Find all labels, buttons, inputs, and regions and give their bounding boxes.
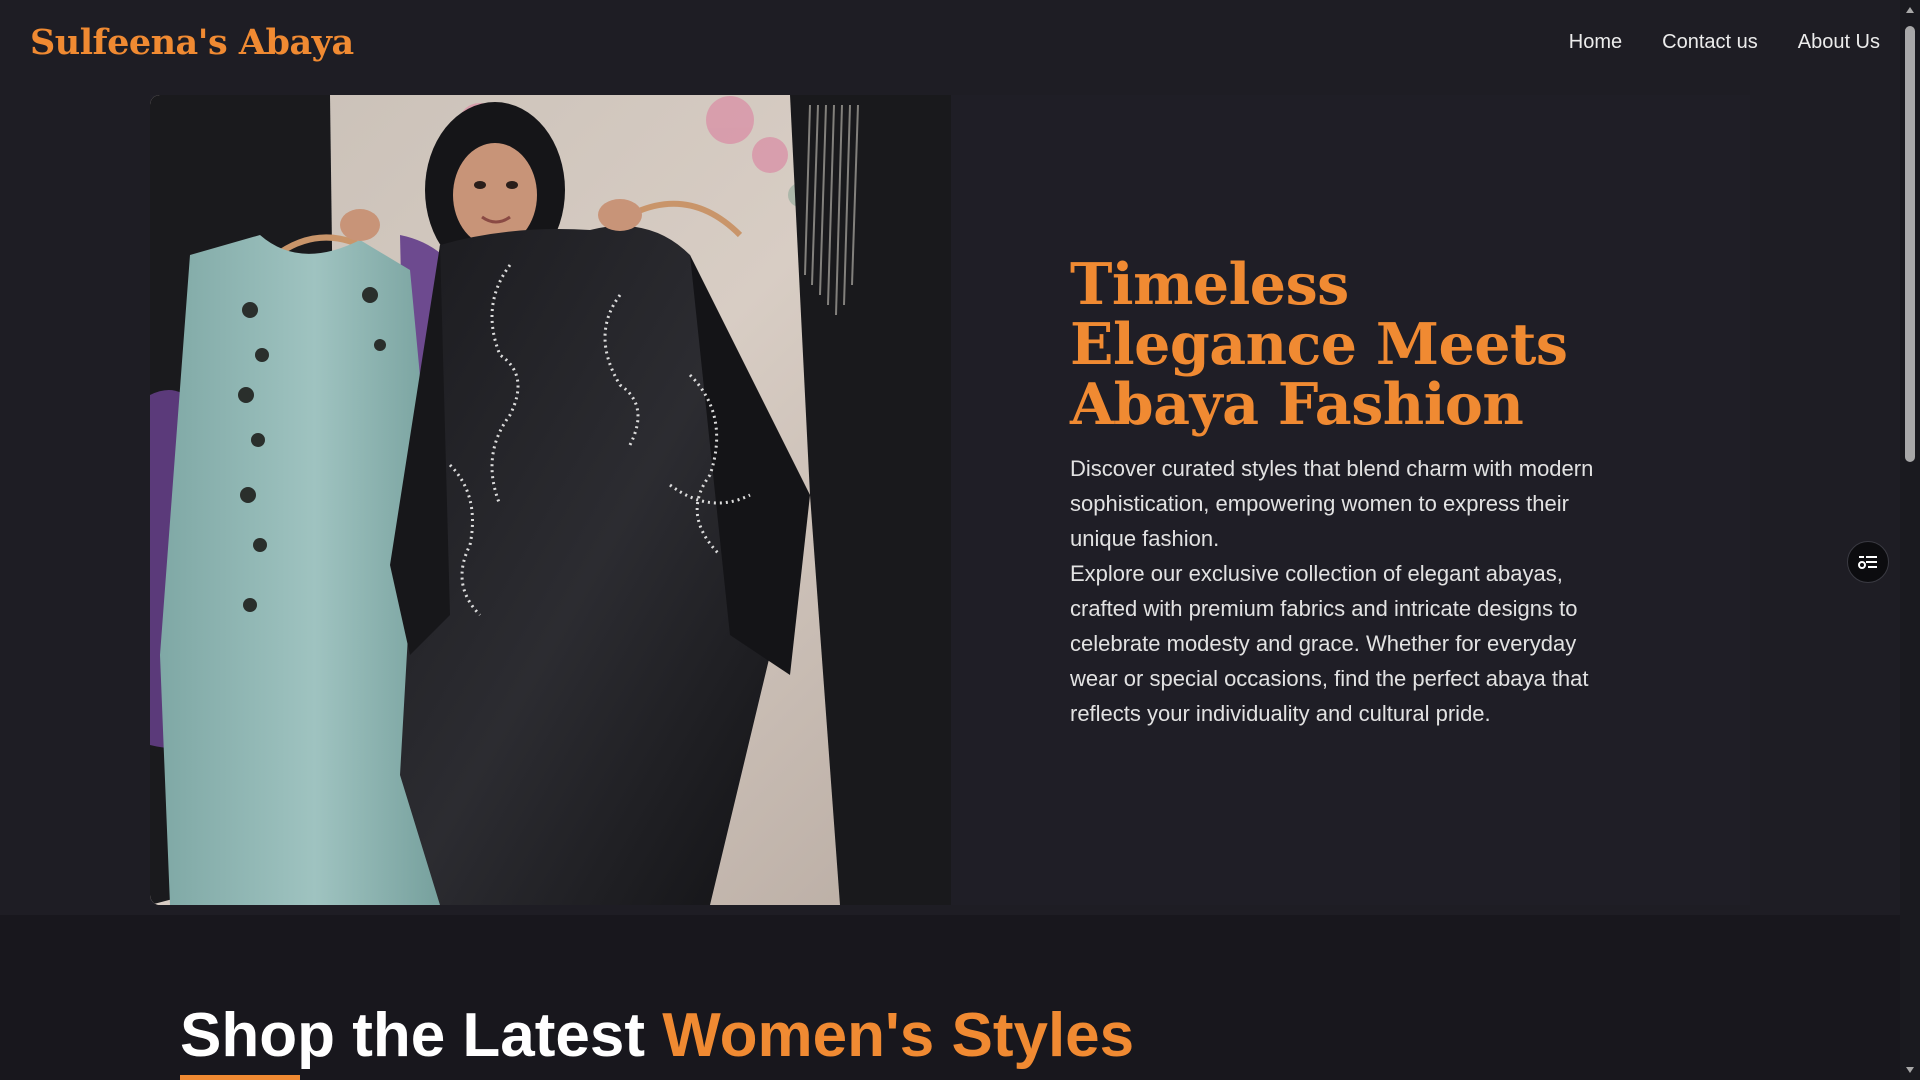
hero-title-line3: Abaya Fashion — [1070, 371, 1524, 438]
hero-title: Timeless Elegance Meets Abaya Fashion — [1070, 255, 1630, 435]
scroll-up-arrow-icon[interactable] — [1900, 0, 1920, 20]
shop-title-underline — [180, 1075, 300, 1080]
nav-link-home[interactable]: Home — [1569, 31, 1622, 54]
nav-link-about[interactable]: About Us — [1798, 31, 1880, 54]
filter-list-icon — [1858, 556, 1877, 569]
hero-description: Discover curated styles that blend charm… — [1070, 451, 1630, 731]
brand-logo[interactable]: Sulfeena's Abaya — [30, 22, 354, 63]
nav-link-contact[interactable]: Contact us — [1662, 31, 1758, 54]
nav-links: Home Contact us About Us — [1569, 31, 1880, 54]
shop-section: Shop the Latest Women's Styles — [0, 915, 1900, 1080]
shop-section-title: Shop the Latest Women's Styles — [180, 1000, 1134, 1071]
hero-image — [150, 95, 951, 905]
scrollbar-thumb[interactable] — [1905, 26, 1915, 462]
hero-text: Timeless Elegance Meets Abaya Fashion Di… — [1070, 255, 1630, 731]
vertical-scrollbar[interactable] — [1900, 0, 1920, 1080]
hero-title-line2: Elegance Meets — [1070, 311, 1568, 378]
shop-title-accent: Women's Styles — [662, 1001, 1135, 1070]
floating-filter-button[interactable] — [1847, 541, 1889, 583]
hero-section: Timeless Elegance Meets Abaya Fashion Di… — [0, 85, 1900, 915]
hero-description-1: Discover curated styles that blend charm… — [1070, 456, 1594, 551]
hero-description-2: Explore our exclusive collection of eleg… — [1070, 561, 1589, 726]
navbar: Sulfeena's Abaya Home Contact us About U… — [0, 0, 1900, 85]
hero-photo-illustration — [150, 95, 951, 905]
hero-title-line1: Timeless — [1070, 251, 1349, 318]
scroll-down-arrow-icon[interactable] — [1900, 1060, 1920, 1080]
shop-title-main: Shop the Latest — [180, 1001, 663, 1070]
